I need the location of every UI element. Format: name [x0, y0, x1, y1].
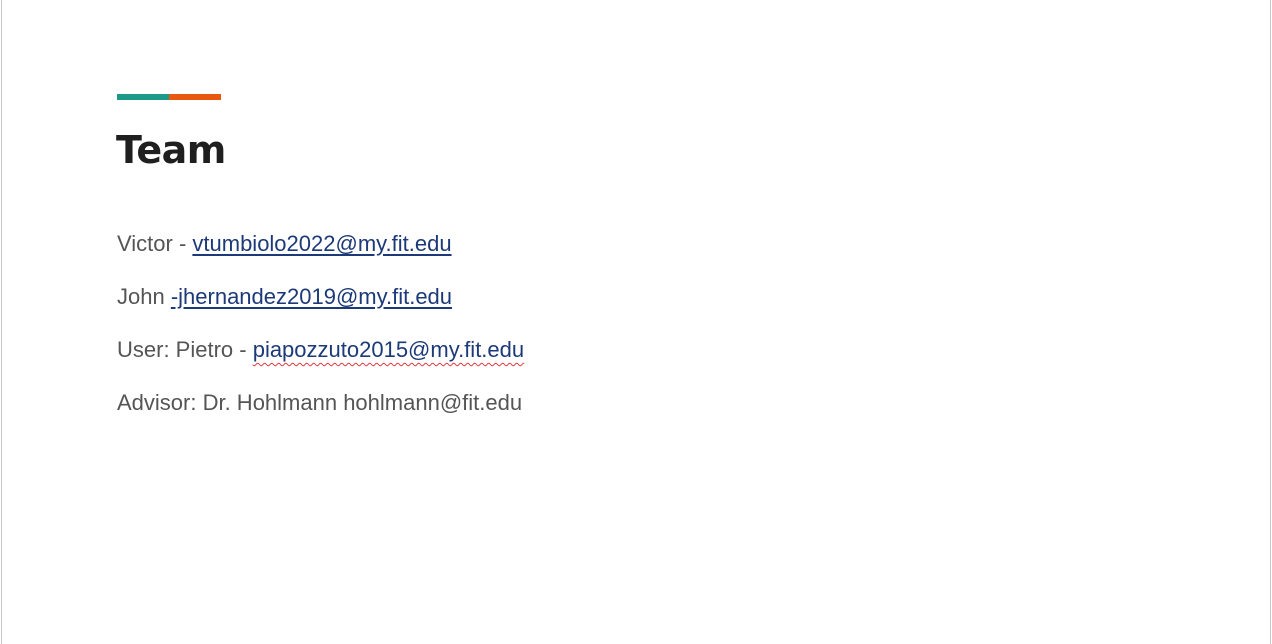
team-member-victor: Victor - vtumbiolo2022@my.fit.edu — [117, 226, 524, 279]
accent-teal-segment — [117, 94, 169, 100]
email-link-victor[interactable]: vtumbiolo2022@my.fit.edu — [192, 231, 451, 256]
title-accent-bar — [117, 94, 221, 100]
accent-orange-segment — [169, 94, 221, 100]
team-member-advisor: Advisor: Dr. Hohlmann hohlmann@fit.edu — [117, 385, 524, 438]
member-label: User: Pietro - — [117, 337, 253, 362]
slide-title: Team — [116, 128, 226, 172]
team-member-pietro: User: Pietro - piapozzuto2015@my.fit.edu — [117, 332, 524, 385]
advisor-text: Advisor: Dr. Hohlmann hohlmann@fit.edu — [117, 390, 523, 415]
member-label: John — [117, 284, 171, 309]
email-link-john[interactable]: -jhernandez2019@my.fit.edu — [171, 284, 452, 309]
team-member-john: John -jhernandez2019@my.fit.edu — [117, 279, 524, 332]
team-list: Victor - vtumbiolo2022@my.fit.edu John -… — [117, 226, 524, 438]
email-link-pietro[interactable]: piapozzuto2015@my.fit.edu — [253, 337, 524, 362]
member-label: Victor - — [117, 231, 193, 256]
slide: Team Victor - vtumbiolo2022@my.fit.edu J… — [1, 0, 1271, 644]
